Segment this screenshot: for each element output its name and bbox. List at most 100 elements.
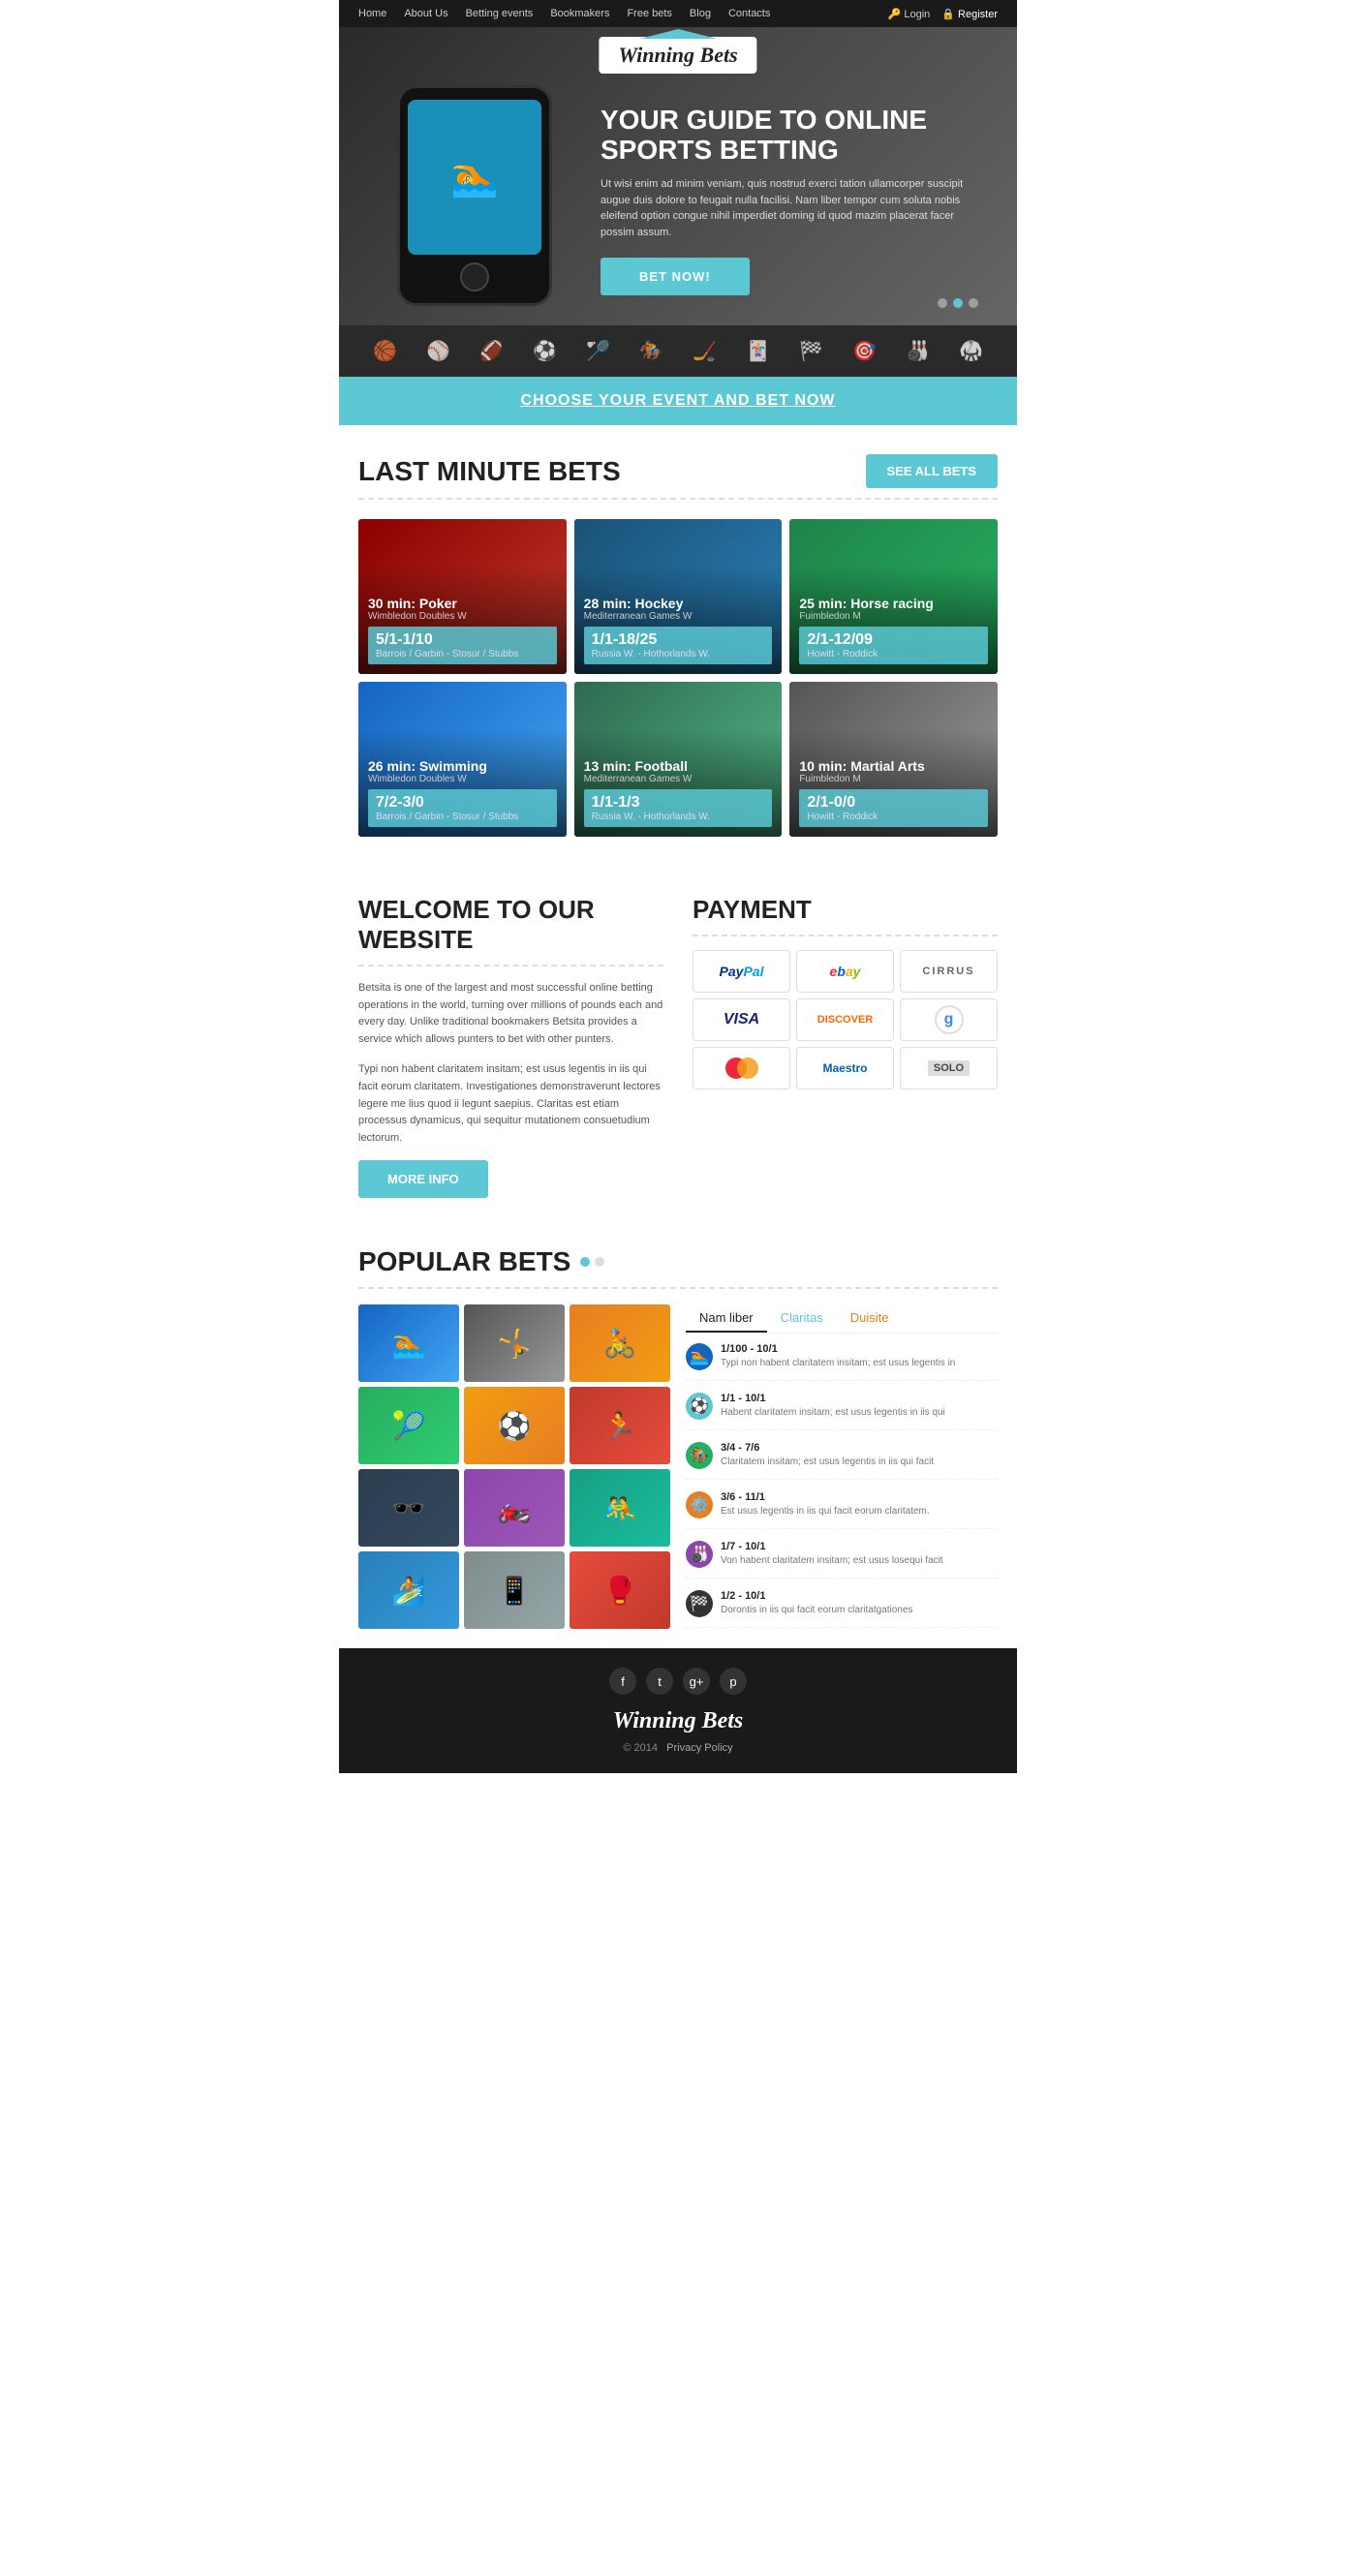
bet-subtitle-martial: Fuimbledon M <box>799 774 988 784</box>
register-link[interactable]: 🔒 Register <box>941 8 998 20</box>
bet-card-martial[interactable]: 10 min: Martial Arts Fuimbledon M 2/1-0/… <box>789 682 998 837</box>
popular-dot-1[interactable] <box>580 1257 590 1267</box>
pop-img-athlete[interactable]: 🤸 <box>464 1304 565 1382</box>
social-facebook[interactable]: f <box>609 1668 636 1695</box>
payment-google[interactable]: g <box>900 998 998 1041</box>
bet-odds-hockey: 1/1-18/25 <box>592 631 765 649</box>
see-all-bets-button[interactable]: SEE ALL BETS <box>866 454 998 488</box>
pop-bet-item-4: ⚙️ 3/6 - 11/1 Est usus legentis in iis q… <box>686 1491 998 1529</box>
last-minute-section: LAST MINUTE BETS SEE ALL BETS 30 min: Po… <box>339 425 1017 866</box>
pop-img-cycling[interactable]: 🚴 <box>570 1304 670 1382</box>
bet-card-football[interactable]: 13 min: Football Mediterranean Games W 1… <box>574 682 783 837</box>
pop-bet-icon-3: 🏇 <box>686 1442 713 1469</box>
hero-cta-button[interactable]: BET NOW! <box>601 258 750 295</box>
sport-icon-horseracing[interactable]: 🏇 <box>639 339 663 363</box>
popular-bets-section: POPULAR BETS 🏊 🤸 🚴 🎾 ⚽ 🏃 🕶️ 🏍️ 🤼 🏄 📱 🥊 N… <box>339 1227 1017 1648</box>
sport-icon-football[interactable]: 🏈 <box>479 339 504 363</box>
social-pinterest[interactable]: p <box>720 1668 747 1695</box>
pop-bet-odds-3: 3/4 - 7/6 <box>721 1442 998 1454</box>
payment-cirrus[interactable]: CIRRUS <box>900 950 998 993</box>
tab-claritas[interactable]: Claritas <box>767 1304 837 1333</box>
pop-bet-item-1: 🏊 1/100 - 10/1 Typi non habent claritate… <box>686 1343 998 1381</box>
pop-bet-icon-6: 🏁 <box>686 1590 713 1617</box>
pop-img-wrestling[interactable]: 🤼 <box>570 1469 670 1547</box>
pop-img-boxing[interactable]: 🥊 <box>570 1551 670 1629</box>
nav-betting[interactable]: Betting events <box>466 8 534 19</box>
sport-icon-bowling[interactable]: 🎳 <box>906 339 930 363</box>
pop-bet-odds-1: 1/100 - 10/1 <box>721 1343 998 1355</box>
payment-paypal[interactable]: PayPal <box>693 950 790 993</box>
payment-ebay[interactable]: ebay <box>796 950 894 993</box>
social-googleplus[interactable]: g+ <box>683 1668 710 1695</box>
nav-bookmakers[interactable]: Bookmakers <box>550 8 609 19</box>
nav-home[interactable]: Home <box>358 8 386 19</box>
bet-banner-text: CHOOSE YOUR EVENT AND BET NOW <box>354 392 1002 410</box>
pop-img-phone[interactable]: 📱 <box>464 1551 565 1629</box>
bet-card-swimming[interactable]: 26 min: Swimming Wimbledon Doubles W 7/2… <box>358 682 567 837</box>
bet-card-poker[interactable]: 30 min: Poker Wimbledon Doubles W 5/1-1/… <box>358 519 567 674</box>
payment-section: PAYMENT PayPal ebay CIRRUS VISA DISCOVER… <box>693 895 998 1198</box>
hero-dot-2[interactable] <box>953 298 963 308</box>
pop-bet-desc-2: Habent claritatem insitam; est usus lege… <box>721 1406 998 1420</box>
bet-odds-swimming: 7/2-3/0 <box>376 794 549 812</box>
sport-icon-basketball[interactable]: 🏀 <box>373 339 397 363</box>
nav-freebets[interactable]: Free bets <box>627 8 671 19</box>
hero-dot-1[interactable] <box>938 298 947 308</box>
sport-icon-hockey[interactable]: 🏒 <box>693 339 717 363</box>
popular-dot-2[interactable] <box>595 1257 604 1267</box>
bet-subtitle-hockey: Mediterranean Games W <box>584 611 773 622</box>
hero-dots <box>938 298 978 308</box>
bet-subtitle-poker: Wimbledon Doubles W <box>368 611 557 622</box>
bet-time-horse: 25 min: Horse racing <box>799 596 988 611</box>
tab-nam-liber[interactable]: Nam liber <box>686 1304 767 1333</box>
pop-img-sunglasses[interactable]: 🕶️ <box>358 1469 459 1547</box>
sport-icon-flag[interactable]: 🏁 <box>799 339 823 363</box>
pop-img-water[interactable]: 🏄 <box>358 1551 459 1629</box>
popular-grid: 🏊 🤸 🚴 🎾 ⚽ 🏃 🕶️ 🏍️ 🤼 🏄 📱 🥊 Nam liber Clar… <box>358 1304 998 1629</box>
pop-img-bike[interactable]: 🏍️ <box>464 1469 565 1547</box>
hero-text: YOUR GUIDE TO ONLINE SPORTS BETTING Ut w… <box>571 57 978 296</box>
pop-img-swimming[interactable]: 🏊 <box>358 1304 459 1382</box>
nav-blog[interactable]: Blog <box>690 8 711 19</box>
bet-players-swimming: Barrois / Garbin - Stosur / Stubbs <box>376 812 549 822</box>
more-info-button[interactable]: MORE INFO <box>358 1160 488 1198</box>
bet-subtitle-football: Mediterranean Games W <box>584 774 773 784</box>
payment-visa[interactable]: VISA <box>693 998 790 1041</box>
bet-players-football: Russia W. - Hothorlands W. <box>592 812 765 822</box>
bet-card-hockey[interactable]: 28 min: Hockey Mediterranean Games W 1/1… <box>574 519 783 674</box>
welcome-para2: Typi non habent claritatem insitam; est … <box>358 1061 663 1147</box>
bet-time-hockey: 28 min: Hockey <box>584 596 773 611</box>
pop-img-sports[interactable]: 🏃 <box>570 1387 670 1464</box>
privacy-policy-link[interactable]: Privacy Policy <box>666 1742 732 1754</box>
pop-bet-desc-4: Est usus legentis in iis qui facit eorum… <box>721 1505 998 1518</box>
payment-solo[interactable]: SOLO <box>900 1047 998 1089</box>
payment-discover[interactable]: DISCOVER <box>796 998 894 1041</box>
footer-logo: Winning Bets <box>358 1708 998 1734</box>
pop-img-soccer[interactable]: ⚽ <box>464 1387 565 1464</box>
payment-mastercard[interactable] <box>693 1047 790 1089</box>
nav-about[interactable]: About Us <box>404 8 447 19</box>
sport-icon-badminton[interactable]: 🏸 <box>586 339 610 363</box>
bet-banner-cta[interactable]: BET NOW <box>755 392 836 409</box>
payment-maestro[interactable]: Maestro <box>796 1047 894 1089</box>
bet-subtitle-horse: Fuimbledon M <box>799 611 988 622</box>
nav-links: Home About Us Betting events Bookmakers … <box>358 8 770 19</box>
pop-img-tennis[interactable]: 🎾 <box>358 1387 459 1464</box>
tab-duisite[interactable]: Duisite <box>837 1304 903 1333</box>
sport-icon-cards[interactable]: 🃏 <box>746 339 770 363</box>
last-minute-title: LAST MINUTE BETS <box>358 456 621 487</box>
sport-icon-martial-arts[interactable]: 🥋 <box>959 339 983 363</box>
login-link[interactable]: 🔑 Login <box>888 8 931 20</box>
popular-bet-list: 🏊 1/100 - 10/1 Typi non habent claritate… <box>686 1343 998 1628</box>
sport-icon-baseball[interactable]: ⚾ <box>426 339 450 363</box>
pop-bet-desc-1: Typi non habent claritatem insitam; est … <box>721 1357 998 1370</box>
nav-contacts[interactable]: Contacts <box>728 8 770 19</box>
sport-icon-soccer[interactable]: ⚽ <box>533 339 557 363</box>
bet-players-poker: Barrois / Garbin - Stosur / Stubbs <box>376 649 549 659</box>
bet-card-horse[interactable]: 25 min: Horse racing Fuimbledon M 2/1-12… <box>789 519 998 674</box>
hero-dot-3[interactable] <box>969 298 978 308</box>
bet-time-martial: 10 min: Martial Arts <box>799 758 988 774</box>
sport-icon-darts[interactable]: 🎯 <box>852 339 877 363</box>
social-twitter[interactable]: t <box>646 1668 673 1695</box>
welcome-payment-section: WELCOME TO OUR WEBSITE Betsita is one of… <box>339 866 1017 1227</box>
